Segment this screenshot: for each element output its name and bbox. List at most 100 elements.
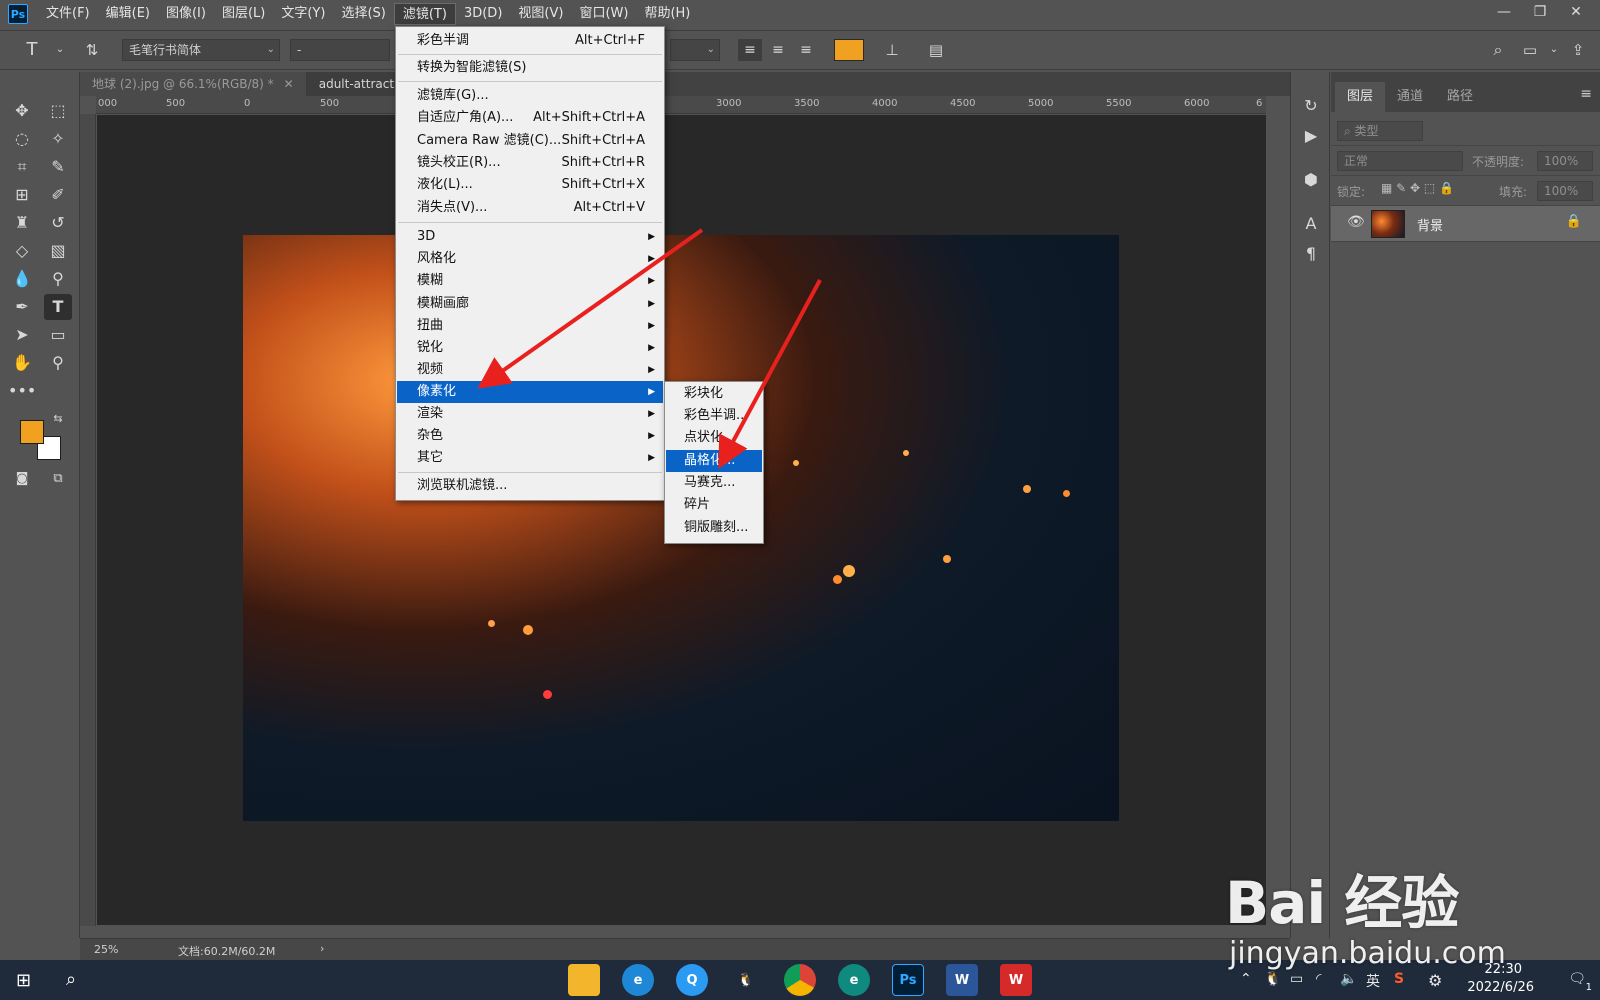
menu-item-color-halftone-last[interactable]: 彩色半调 Alt+Ctrl+F [397,30,663,52]
actions-play-icon[interactable]: ▶ [1299,124,1323,148]
text-orientation-icon[interactable]: ⇅ [80,39,104,61]
share-icon[interactable]: ⇪ [1566,39,1590,61]
menu-item-3d[interactable]: 3D ▶ [397,226,663,248]
restore-button[interactable]: ❐ [1522,0,1558,26]
menu-help[interactable]: 帮助(H) [636,3,698,25]
move-tool-icon[interactable]: ✥ [8,98,36,124]
photoshop-taskbar-icon[interactable]: Ps [892,964,924,996]
fill-input[interactable]: 100% [1537,181,1593,201]
zoom-tool-icon[interactable]: ⚲ [44,350,72,376]
align-left-icon[interactable]: ≡ [738,39,762,61]
more-tools-icon[interactable]: ••• [8,378,36,404]
gradient-tool-icon[interactable]: ▧ [44,238,72,264]
history-panel-icon[interactable]: ↻ [1299,94,1323,118]
clone-stamp-icon[interactable]: ♜ [8,210,36,236]
tab-document-earth[interactable]: 地球 (2).jpg @ 66.1%(RGB/8) * ✕ [80,72,307,96]
menu-item-other[interactable]: 其它 ▶ [397,447,663,469]
history-brush-icon[interactable]: ↺ [44,210,72,236]
workspace-icon[interactable]: ▭ [1518,39,1542,61]
warp-text-icon[interactable]: ⊥ [880,39,904,61]
menu-item-camera-raw[interactable]: Camera Raw 滤镜(C)... Shift+Ctrl+A [397,130,663,152]
menu-item-render[interactable]: 渲染 ▶ [397,403,663,425]
menu-3d[interactable]: 3D(D) [456,3,510,25]
chevron-down-icon[interactable]: ⌄ [48,39,72,61]
crop-tool-icon[interactable]: ⌗ [8,154,36,180]
align-right-icon[interactable]: ≡ [794,39,818,61]
menu-item-liquify[interactable]: 液化(L)... Shift+Ctrl+X [397,174,663,196]
lock-options-icon[interactable]: ▦ ✎ ✥ ⬚ 🔒 [1381,181,1454,195]
submenu-item-pointillize[interactable]: 点状化... [666,427,762,449]
text-color-swatch[interactable] [834,39,864,61]
eraser-tool-icon[interactable]: ◇ [8,238,36,264]
tab-paths[interactable]: 路径 [1435,82,1485,112]
submenu-item-facet[interactable]: 彩块化 [666,383,762,405]
type-tool-icon[interactable]: T [20,39,44,61]
submenu-item-crystallize[interactable]: 晶格化... [666,450,762,472]
font-family-select[interactable]: 毛笔行书简体 ⌄ [122,39,280,61]
menu-item-video[interactable]: 视频 ▶ [397,359,663,381]
windows-start-icon[interactable]: ⊞ [16,970,31,991]
submenu-item-color-halftone[interactable]: 彩色半调... [666,405,762,427]
tab-layers[interactable]: 图层 [1335,82,1386,112]
opacity-input[interactable]: 100% [1537,151,1593,171]
dodge-tool-icon[interactable]: ⚲ [44,266,72,292]
menu-file[interactable]: 文件(F) [38,3,98,25]
type-tool-icon[interactable]: T [44,294,72,320]
menu-select[interactable]: 选择(S) [333,3,393,25]
menu-item-vanishing-point[interactable]: 消失点(V)... Alt+Ctrl+V [397,197,663,219]
submenu-item-fragment[interactable]: 碎片 [666,494,762,516]
screen-mode-icon[interactable]: ⧉ [44,466,72,492]
3d-panel-icon[interactable]: ⬢ [1299,168,1323,192]
layer-row-background[interactable]: 👁 背景 🔒 [1331,206,1600,242]
menu-item-sharpen[interactable]: 锐化 ▶ [397,337,663,359]
blur-tool-icon[interactable]: 💧 [8,266,36,292]
menu-filter[interactable]: 滤镜(T) [393,3,456,25]
eyedropper-icon[interactable]: ✎ [44,154,72,180]
layer-filter-select[interactable]: ⌕ 类型 [1337,121,1423,141]
browser-e-icon[interactable]: e [622,964,654,996]
rectangle-tool-icon[interactable]: ▭ [44,322,72,348]
tab-channels[interactable]: 通道 [1385,82,1435,112]
search-icon[interactable]: ⌕ [66,969,76,990]
submenu-item-mosaic[interactable]: 马赛克... [666,472,762,494]
file-explorer-icon[interactable] [568,964,600,996]
foreground-color-swatch[interactable] [20,420,44,444]
wps-icon[interactable]: W [1000,964,1032,996]
menu-item-browse-online-filters[interactable]: 浏览联机滤镜... [397,475,663,497]
close-icon[interactable]: ✕ [284,72,294,96]
menu-layer[interactable]: 图层(L) [214,3,273,25]
minimize-button[interactable]: — [1486,0,1522,26]
menu-view[interactable]: 视图(V) [510,3,571,25]
character-panel-icon[interactable]: ▤ [924,39,948,61]
zoom-level[interactable]: 25% [94,943,118,956]
qq-icon[interactable]: 🐧 [730,964,762,996]
lasso-tool-icon[interactable]: ◌ [8,126,36,152]
menu-item-stylize[interactable]: 风格化 ▶ [397,248,663,270]
hand-tool-icon[interactable]: ✋ [8,350,36,376]
edge-icon[interactable]: e [838,964,870,996]
align-center-icon[interactable]: ≡ [766,39,790,61]
brush-tool-icon[interactable]: ✐ [44,182,72,208]
menu-item-distort[interactable]: 扭曲 ▶ [397,315,663,337]
panel-menu-icon[interactable]: ≡ [1580,86,1592,102]
eye-icon[interactable]: 👁 [1347,214,1365,230]
magic-wand-icon[interactable]: ✧ [44,126,72,152]
word-icon[interactable]: W [946,964,978,996]
menu-window[interactable]: 窗口(W) [571,3,636,25]
menu-type[interactable]: 文字(Y) [273,3,333,25]
qq-browser-icon[interactable]: Q [676,964,708,996]
menu-item-filter-gallery[interactable]: 滤镜库(G)... [397,85,663,107]
path-selection-icon[interactable]: ➤ [8,322,36,348]
chrome-icon[interactable] [784,964,816,996]
menu-item-lens-correction[interactable]: 镜头校正(R)... Shift+Ctrl+R [397,152,663,174]
status-menu-arrow-icon[interactable]: › [320,942,324,955]
swap-colors-icon[interactable]: ⇆ [44,406,72,432]
font-style-select[interactable]: - [290,39,390,61]
paragraph-panel-icon[interactable]: ¶ [1299,242,1323,266]
menu-edit[interactable]: 编辑(E) [98,3,158,25]
search-icon[interactable]: ⌕ [1486,39,1510,61]
submenu-item-mezzotint[interactable]: 铜版雕刻... [666,517,762,539]
menu-item-adaptive-wide-angle[interactable]: 自适应广角(A)... Alt+Shift+Ctrl+A [397,107,663,129]
menu-item-noise[interactable]: 杂色 ▶ [397,425,663,447]
menu-item-convert-smart-filter[interactable]: 转换为智能滤镜(S) [397,57,663,79]
